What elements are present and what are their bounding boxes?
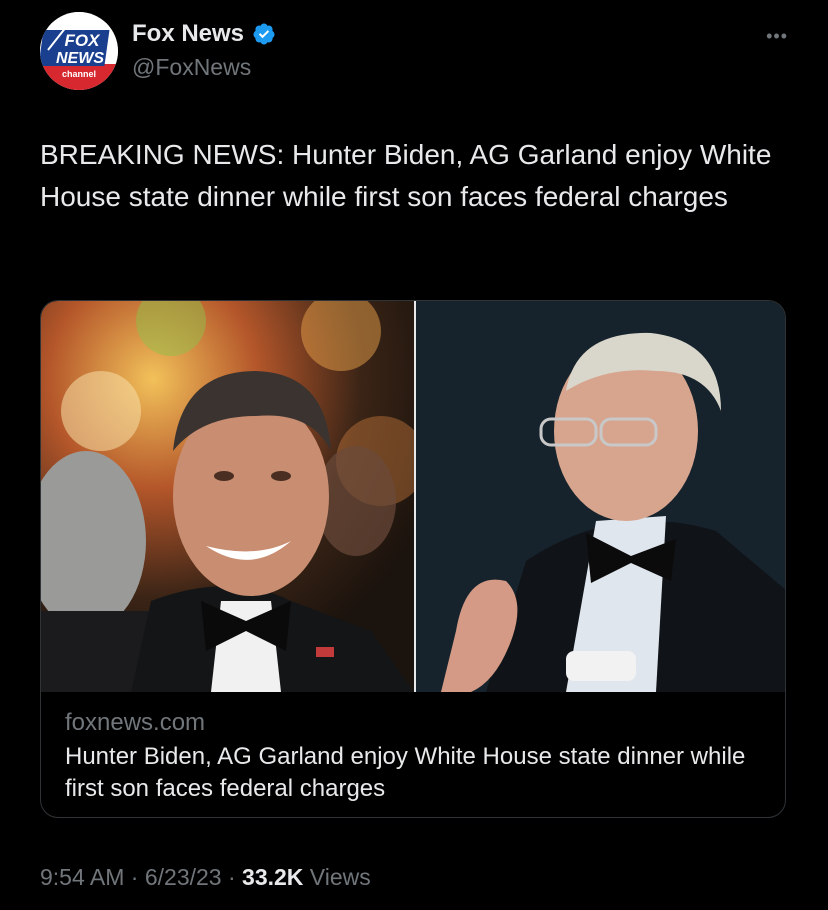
merrick-garland-photo: [416, 301, 785, 692]
fox-news-avatar[interactable]: FOX NEWS channel: [40, 12, 118, 90]
link-card[interactable]: foxnews.com Hunter Biden, AG Garland enj…: [40, 300, 786, 818]
fox-news-logo-icon: FOX NEWS channel: [40, 12, 118, 90]
svg-text:channel: channel: [62, 69, 96, 79]
hunter-biden-photo: [41, 301, 414, 692]
tweet-time[interactable]: 9:54 AM: [40, 864, 124, 891]
svg-text:NEWS: NEWS: [56, 50, 104, 67]
author-handle[interactable]: @FoxNews: [132, 54, 276, 81]
views-count[interactable]: 33.2K: [242, 864, 303, 891]
tweet-date[interactable]: 6/23/23: [145, 864, 222, 891]
meta-separator: ·: [221, 864, 243, 890]
display-name[interactable]: Fox News: [132, 20, 244, 48]
display-name-row: Fox News: [132, 20, 276, 48]
link-card-domain: foxnews.com: [65, 709, 206, 736]
meta-separator: ·: [124, 864, 145, 890]
tweet-meta: 9:54 AM · 6/23/23 · 33.2K Views: [40, 864, 371, 891]
svg-text:FOX: FOX: [65, 31, 102, 50]
tweet-header: FOX NEWS channel Fox News @FoxNews •••: [40, 12, 790, 92]
link-card-media[interactable]: [41, 301, 785, 692]
tweet-text: BREAKING NEWS: Hunter Biden, AG Garland …: [40, 139, 772, 212]
link-card-title[interactable]: Hunter Biden, AG Garland enjoy White Hou…: [65, 741, 765, 805]
link-card-meta: foxnews.com Hunter Biden, AG Garland enj…: [65, 709, 765, 805]
verified-badge-icon: [252, 22, 276, 46]
views-label: Views: [303, 864, 371, 890]
author-names: Fox News @FoxNews: [132, 20, 276, 81]
more-options-icon[interactable]: •••: [766, 26, 788, 47]
